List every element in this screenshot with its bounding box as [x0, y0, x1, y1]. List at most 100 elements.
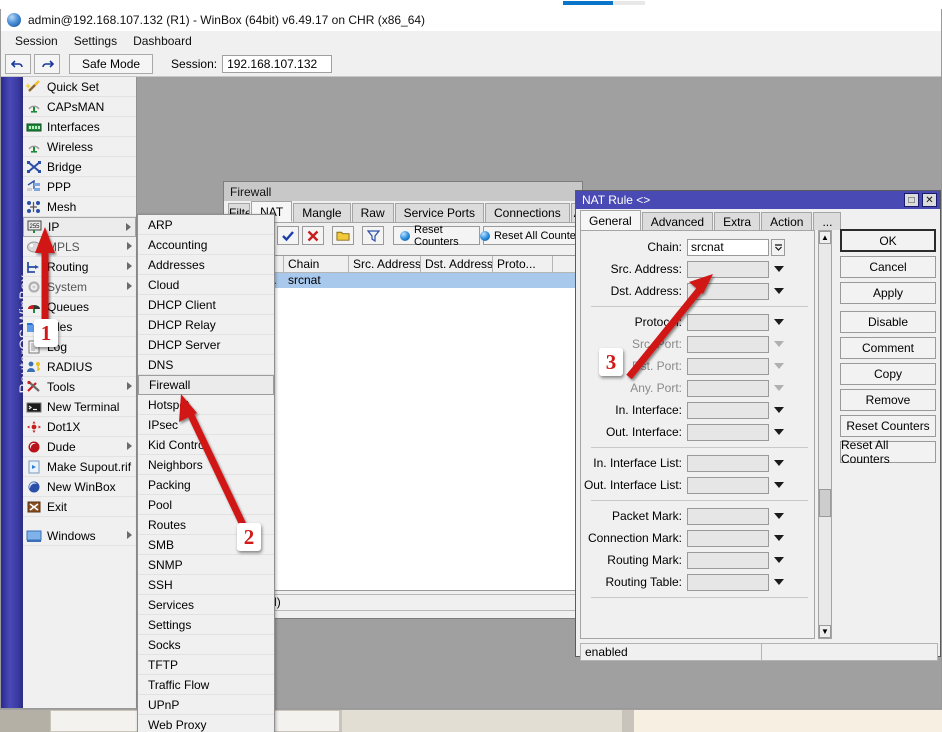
column-chain[interactable]: Chain — [284, 256, 349, 272]
reset-counters-button[interactable]: Reset Counters — [840, 415, 936, 437]
out-interface-input[interactable] — [687, 424, 769, 441]
menu-wireless[interactable]: Wireless — [23, 137, 136, 157]
submenu-item-web-proxy[interactable]: Web Proxy — [138, 715, 274, 732]
comment-button[interactable]: Comment — [840, 337, 936, 359]
out-interface-list-input[interactable] — [687, 477, 769, 494]
submenu-item-packing[interactable]: Packing — [138, 475, 274, 495]
menu-mesh[interactable]: Mesh — [23, 197, 136, 217]
ok-button[interactable]: OK — [840, 229, 936, 252]
tab-mangle[interactable]: Mangle — [293, 203, 350, 222]
copy-button[interactable]: Copy — [840, 363, 936, 385]
tab-action[interactable]: Action — [761, 212, 812, 230]
menu-queues[interactable]: Queues — [23, 297, 136, 317]
remove-button[interactable]: Remove — [840, 389, 936, 411]
menu-radius[interactable]: RADIUS — [23, 357, 136, 377]
tab-service-ports[interactable]: Service Ports — [395, 203, 484, 222]
submenu-item-tftp[interactable]: TFTP — [138, 655, 274, 675]
apply-button[interactable]: Apply — [840, 282, 936, 304]
submenu-item-pool[interactable]: Pool — [138, 495, 274, 515]
cancel-button[interactable]: Cancel — [840, 256, 936, 278]
chain-updown-icon[interactable] — [771, 239, 785, 256]
menu-routing[interactable]: Routing — [23, 257, 136, 277]
reset-all-counters-button[interactable]: Reset All Counters — [483, 226, 582, 245]
taskbar-item-3[interactable] — [634, 710, 942, 732]
routing-table-input[interactable] — [687, 574, 769, 591]
tab-advanced[interactable]: Advanced — [642, 212, 713, 230]
redo-icon[interactable] — [34, 54, 60, 74]
taskbar-start[interactable] — [0, 710, 50, 732]
chevron-down-icon[interactable] — [774, 266, 784, 272]
tab-more[interactable]: ... — [813, 212, 841, 230]
nat-form-scrollbar[interactable]: ▲ ▼ — [818, 230, 832, 639]
menu-windows[interactable]: Windows — [23, 526, 136, 546]
menu-mpls[interactable]: MPLS — [23, 237, 136, 257]
any-port-input[interactable] — [687, 380, 769, 397]
tab-raw[interactable]: Raw — [352, 203, 394, 222]
chevron-down-icon[interactable] — [774, 319, 784, 325]
reset-counters-button[interactable]: Reset Counters — [393, 226, 480, 245]
chevron-down-icon[interactable] — [774, 363, 784, 369]
funnel-icon[interactable] — [362, 226, 384, 245]
chevron-down-icon[interactable] — [774, 535, 784, 541]
scroll-up-icon[interactable]: ▲ — [819, 231, 831, 244]
menu-make-supout[interactable]: Make Supout.rif — [23, 457, 136, 477]
routing-mark-input[interactable] — [687, 552, 769, 569]
taskbar-item-2[interactable] — [342, 710, 622, 732]
menu-dot1x[interactable]: Dot1X — [23, 417, 136, 437]
sidebar-item-ip[interactable]: 255 IP — [23, 217, 136, 237]
tab-extra[interactable]: Extra — [714, 212, 760, 230]
comment-folder-icon[interactable] — [332, 226, 354, 245]
packet-mark-input[interactable] — [687, 508, 769, 525]
submenu-item-hotspot[interactable]: Hotspot — [138, 395, 274, 415]
submenu-item-dhcp-server[interactable]: DHCP Server — [138, 335, 274, 355]
in-interface-input[interactable] — [687, 402, 769, 419]
menu-item-dashboard[interactable]: Dashboard — [125, 33, 200, 49]
disable-button[interactable]: Disable — [840, 311, 936, 333]
dst-address-input[interactable] — [687, 283, 769, 300]
chain-input[interactable]: srcnat — [687, 239, 769, 256]
submenu-item-kid-control[interactable]: Kid Control — [138, 435, 274, 455]
in-interface-list-input[interactable] — [687, 455, 769, 472]
undo-icon[interactable] — [5, 54, 31, 74]
chevron-down-icon[interactable] — [774, 557, 784, 563]
menu-new-winbox[interactable]: New WinBox — [23, 477, 136, 497]
menu-item-session[interactable]: Session — [7, 33, 66, 49]
menu-system[interactable]: System — [23, 277, 136, 297]
scroll-down-icon[interactable]: ▼ — [819, 625, 831, 638]
chevron-down-icon[interactable] — [774, 407, 784, 413]
tab-general[interactable]: General — [580, 210, 641, 230]
submenu-item-firewall[interactable]: Firewall — [138, 375, 274, 395]
maximize-icon[interactable]: □ — [904, 193, 919, 207]
chevron-down-icon[interactable] — [774, 482, 784, 488]
submenu-item-cloud[interactable]: Cloud — [138, 275, 274, 295]
check-icon[interactable] — [277, 226, 299, 245]
menu-interfaces[interactable]: Interfaces — [23, 117, 136, 137]
reset-all-counters-button[interactable]: Reset All Counters — [840, 441, 936, 463]
tab-connections[interactable]: Connections — [485, 203, 570, 222]
submenu-item-dhcp-relay[interactable]: DHCP Relay — [138, 315, 274, 335]
chevron-down-icon[interactable] — [774, 579, 784, 585]
dst-port-input[interactable] — [687, 358, 769, 375]
submenu-item-neighbors[interactable]: Neighbors — [138, 455, 274, 475]
submenu-item-ipsec[interactable]: IPsec — [138, 415, 274, 435]
menu-new-terminal[interactable]: New Terminal — [23, 397, 136, 417]
menu-capsman[interactable]: CAPsMAN — [23, 97, 136, 117]
menu-exit[interactable]: Exit — [23, 497, 136, 517]
connection-mark-input[interactable] — [687, 530, 769, 547]
src-port-input[interactable] — [687, 336, 769, 353]
scrollbar-thumb[interactable] — [819, 489, 831, 517]
protocol-input[interactable] — [687, 314, 769, 331]
submenu-item-dhcp-client[interactable]: DHCP Client — [138, 295, 274, 315]
chevron-down-icon[interactable] — [774, 460, 784, 466]
menu-item-settings[interactable]: Settings — [66, 33, 125, 49]
cross-icon[interactable] — [302, 226, 324, 245]
menu-bridge[interactable]: Bridge — [23, 157, 136, 177]
menu-dude[interactable]: Dude — [23, 437, 136, 457]
src-address-input[interactable] — [687, 261, 769, 278]
submenu-item-ssh[interactable]: SSH — [138, 575, 274, 595]
close-icon[interactable]: ✕ — [922, 193, 937, 207]
submenu-item-services[interactable]: Services — [138, 595, 274, 615]
submenu-item-accounting[interactable]: Accounting — [138, 235, 274, 255]
column-dst-address[interactable]: Dst. Address — [421, 256, 493, 272]
safe-mode-button[interactable]: Safe Mode — [69, 54, 153, 74]
